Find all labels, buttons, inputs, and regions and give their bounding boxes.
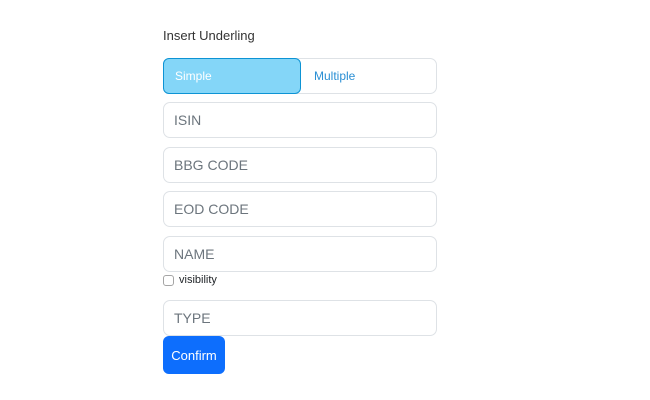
visibility-checkbox[interactable] xyxy=(163,274,174,286)
eod-code-input[interactable] xyxy=(163,191,437,227)
isin-input[interactable] xyxy=(163,102,437,138)
form-title: Insert Underling xyxy=(163,28,255,43)
visibility-label: visibility xyxy=(179,274,217,286)
visibility-row: visibility xyxy=(163,272,217,288)
mode-toggle-group: Simple Multiple xyxy=(163,58,437,94)
simple-mode-button[interactable]: Simple xyxy=(163,58,301,94)
name-input[interactable] xyxy=(163,236,437,272)
confirm-button[interactable]: Confirm xyxy=(163,336,225,374)
type-input[interactable] xyxy=(163,300,437,336)
multiple-mode-button[interactable]: Multiple xyxy=(302,58,438,94)
bbg-code-input[interactable] xyxy=(163,147,437,183)
